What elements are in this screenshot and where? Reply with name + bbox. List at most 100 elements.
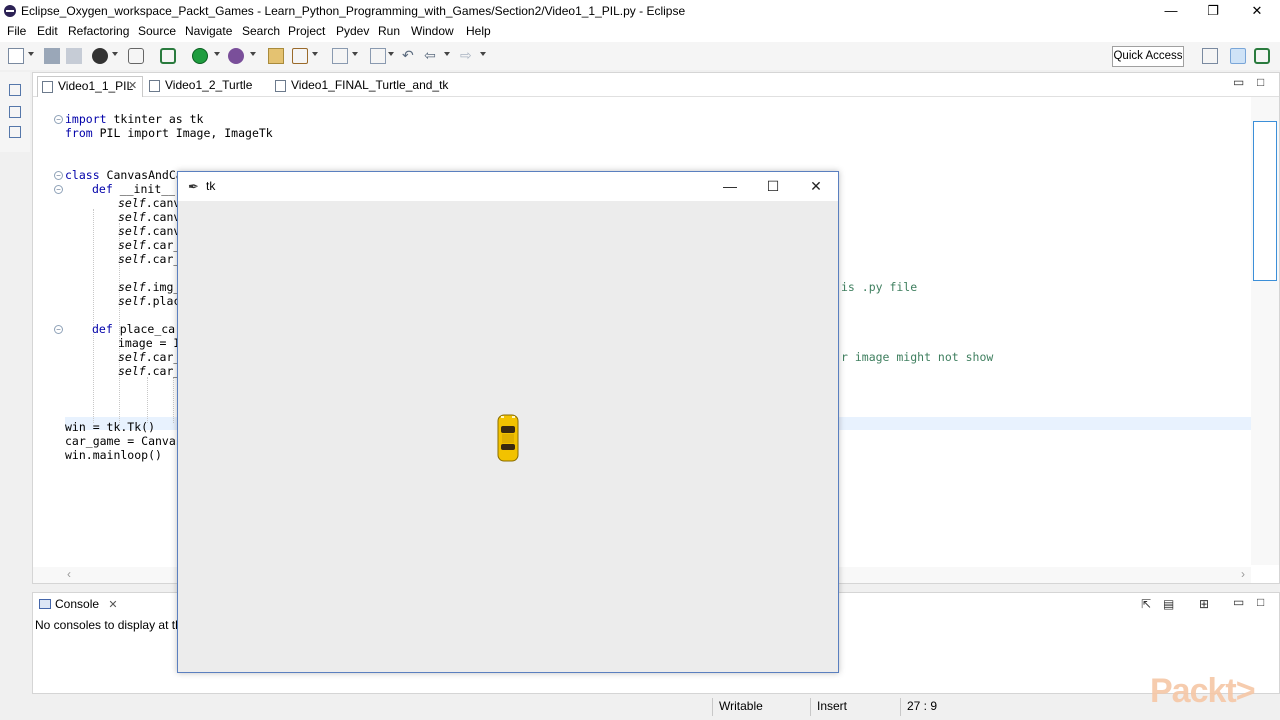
new-icon[interactable] [8,48,24,64]
tab-video1-final-turtle-and-tk[interactable]: Video1_FINAL_Turtle_and_tk [271,76,471,97]
code-comment: is .py file [841,280,918,294]
scroll-left-icon[interactable]: ‹ [67,567,71,581]
tab-label: Video1_FINAL_Turtle_and_tk [291,78,449,92]
maximize-editor-icon[interactable]: □ [1257,75,1264,89]
open-console-icon[interactable]: ⊞ [1199,597,1209,611]
close-button[interactable]: ✕ [1234,0,1280,22]
editor-tab-bar: Video1_1_PIL ✕ Video1_2_Turtle Video1_FI… [33,73,1279,97]
maximize-console-icon[interactable]: □ [1257,595,1264,609]
console-message: No consoles to display at this [35,618,191,632]
back-icon[interactable]: ⇦ [424,48,440,64]
menu-refactoring[interactable]: Refactoring [68,24,129,38]
menu-source[interactable]: Source [138,24,176,38]
status-writable: Writable [712,698,812,716]
debug-person-icon[interactable] [92,48,108,64]
code-line: self.car_ [118,364,181,378]
minimize-console-icon[interactable]: ▭ [1233,595,1244,609]
fold-toggle[interactable]: − [54,171,63,180]
next-annotation-icon[interactable] [332,48,348,64]
coverage-icon[interactable] [228,48,244,64]
menu-window[interactable]: Window [411,24,454,38]
package-explorer-icon[interactable] [9,106,21,118]
code-line: from PIL import Image, ImageTk [65,126,273,140]
save-icon[interactable] [44,48,60,64]
tk-close-button[interactable]: ✕ [796,175,836,197]
python-file-icon [275,80,286,92]
forward-icon[interactable]: ⇨ [460,48,476,64]
quick-access-field[interactable]: Quick Access [1112,46,1184,67]
outline-icon[interactable] [9,126,21,138]
minimize-editor-icon[interactable]: ▭ [1233,75,1244,89]
prev-annotation-icon[interactable] [370,48,386,64]
restore-icon[interactable] [9,84,21,96]
run-icon[interactable] [192,48,208,64]
menu-project[interactable]: Project [288,24,325,38]
window-title: Eclipse_Oxygen_workspace_Packt_Games - L… [21,4,686,18]
menu-bar: File Edit Refactoring Source Navigate Se… [0,22,1280,42]
bug-icon[interactable] [160,48,176,64]
pin-console-icon[interactable]: ⇱ [1141,597,1151,611]
close-tab-icon[interactable]: ✕ [128,77,137,96]
minimize-button[interactable]: — [1148,0,1194,22]
open-perspective-icon[interactable] [1202,48,1218,64]
menu-navigate[interactable]: Navigate [185,24,232,38]
code-line: car_game = Canvas [65,434,183,448]
fold-toggle[interactable]: − [54,185,63,194]
code-line: self.car_ [118,252,181,266]
tab-label: Video1_2_Turtle [165,78,253,92]
code-line: self.car_ [118,350,181,364]
debug-perspective-icon[interactable] [1254,48,1270,64]
maximize-button[interactable]: ❐ [1190,0,1236,22]
menu-pydev[interactable]: Pydev [336,24,369,38]
settings-icon[interactable] [128,48,144,64]
console-icon [39,599,51,609]
menu-help[interactable]: Help [466,24,491,38]
code-line: def place_car [92,322,183,336]
code-line: self.canv [118,196,181,210]
menu-run[interactable]: Run [378,24,400,38]
packt-watermark: Packt> [1150,672,1256,710]
tab-console[interactable]: Console ✕ [37,597,118,611]
python-file-icon [42,81,53,93]
window-titlebar: Eclipse_Oxygen_workspace_Packt_Games - L… [0,0,1280,22]
display-console-icon[interactable]: ▤ [1163,597,1174,611]
tk-maximize-button[interactable]: ☐ [753,175,793,197]
menu-edit[interactable]: Edit [37,24,58,38]
code-line: win = tk.Tk() [65,420,156,434]
fold-toggle[interactable]: − [54,115,63,124]
fold-toggle[interactable]: − [54,325,63,334]
scrollbar-thumb[interactable] [1253,121,1277,281]
open-folder-icon[interactable] [268,48,284,64]
editor-vertical-scrollbar[interactable] [1251,97,1279,565]
status-bar: Writable Insert 27 : 9 [0,694,1280,720]
code-line: def __init__( [92,182,183,196]
save-all-icon[interactable] [66,48,82,64]
menu-search[interactable]: Search [242,24,280,38]
status-insert-mode: Insert [810,698,900,716]
pydev-perspective-icon[interactable] [1230,48,1246,64]
close-tab-icon[interactable]: ✕ [108,599,117,611]
status-cursor-position: 27 : 9 [900,698,990,716]
code-line: self.canv [118,210,181,224]
code-line: win.mainloop() [65,448,162,462]
tab-label: Video1_1_PIL [58,79,134,93]
last-edit-icon[interactable]: ↶ [402,48,418,64]
code-line: self.img_ [118,280,181,294]
code-line: self.plac [118,294,181,308]
code-line: self.canv [118,224,181,238]
code-comment: r image might not show [841,350,994,364]
pen-icon[interactable] [292,48,308,64]
code-line: import tkinter as tk [65,112,204,126]
scroll-right-icon[interactable]: › [1241,567,1245,581]
tk-canvas[interactable] [178,201,838,672]
tab-video1-2-turtle[interactable]: Video1_2_Turtle [145,76,271,97]
car-image [497,414,519,462]
tab-video1-1-pil[interactable]: Video1_1_PIL ✕ [37,76,143,97]
tk-minimize-button[interactable]: — [710,175,750,197]
python-file-icon [149,80,160,92]
tk-window-title: tk [206,179,216,193]
code-line: image = I [118,336,181,350]
console-tab-label: Console [55,597,100,611]
menu-file[interactable]: File [7,24,26,38]
code-line: self.car_ [118,238,181,252]
